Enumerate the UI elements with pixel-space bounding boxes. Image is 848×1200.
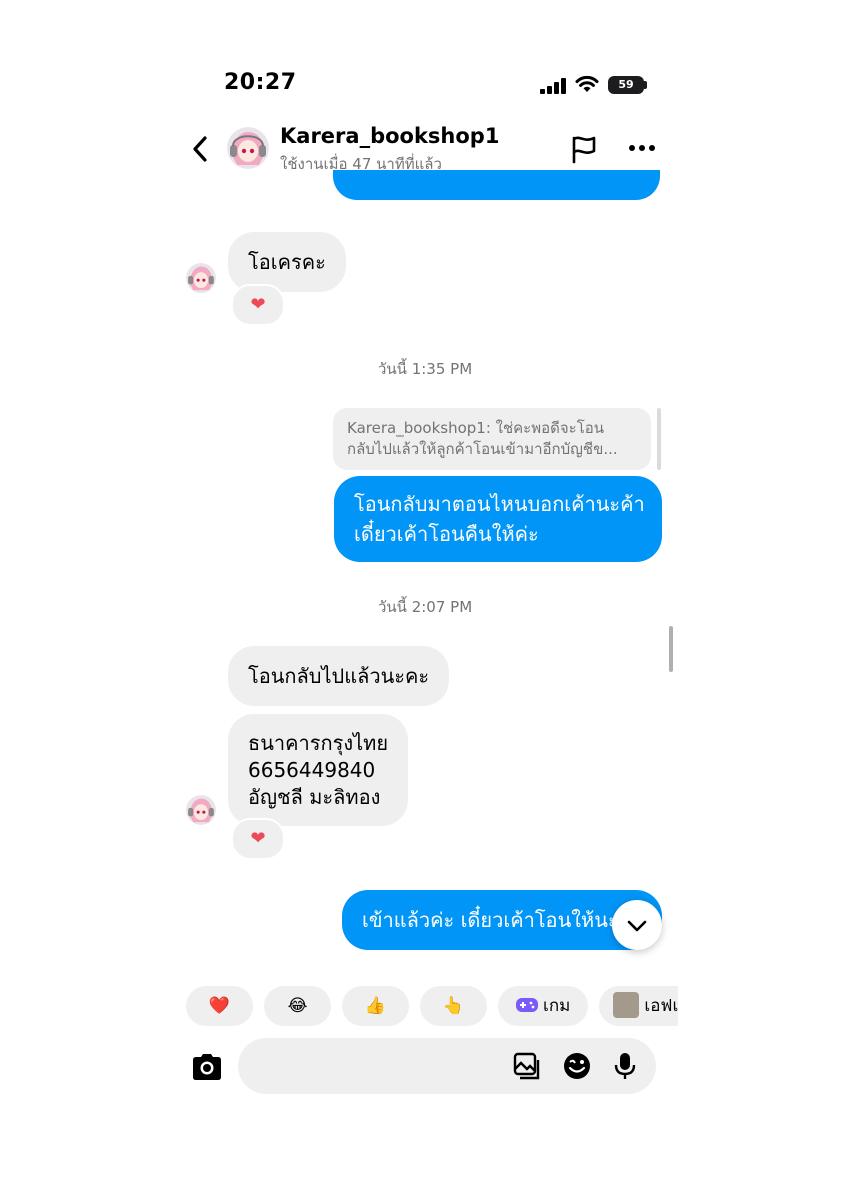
heart-reaction[interactable]: ❤ [231, 818, 285, 860]
incoming-message[interactable]: ธนาคารกรุงไทย 6656449840 อัญชลี มะลิทอง [228, 714, 408, 826]
reply-preview-line: Karera_bookshop1: ใช่คะพอดีจะโอน [347, 419, 605, 437]
quick-reaction-point-up[interactable]: 👆 [420, 986, 487, 1026]
reply-indicator [657, 408, 661, 470]
message-text: โอนกลับไปแล้วนะคะ [248, 664, 430, 688]
cellular-signal-icon [540, 78, 566, 94]
wifi-icon [575, 75, 599, 92]
microphone-icon[interactable] [610, 1051, 640, 1081]
quick-reactions-bar: ❤️ 😂 👍 👆 เกม เอฟเฟกต์ [186, 986, 678, 1026]
effects-thumbnail [613, 992, 639, 1018]
avatar-illustration [227, 127, 269, 169]
scroll-to-bottom-button[interactable] [612, 900, 662, 950]
message-text: เข้าแล้วค่ะ เดี๋ยวเค้าโอนให้นะคะ [362, 908, 643, 932]
chevron-down-icon [627, 920, 647, 932]
contact-name[interactable]: Karera_bookshop1 [280, 124, 499, 148]
outgoing-message-partial[interactable] [333, 170, 660, 200]
avatar[interactable] [186, 795, 216, 825]
reply-preview[interactable]: Karera_bookshop1: ใช่คะพอดีจะโอน กลับไปแ… [333, 408, 651, 470]
game-icon [515, 998, 538, 1012]
effects-label: เอฟเฟกต์ [644, 996, 678, 1016]
camera-icon[interactable] [190, 1052, 224, 1082]
heart-icon: ❤ [250, 294, 266, 315]
scrollbar[interactable] [669, 626, 673, 672]
message-input[interactable] [238, 1038, 656, 1094]
more-icon[interactable] [628, 140, 656, 156]
battery-icon: 59 [608, 76, 644, 94]
avatar-illustration [186, 795, 216, 825]
message-text: ธนาคารกรุงไทย [248, 731, 389, 755]
sticker-icon[interactable] [562, 1051, 592, 1081]
heart-icon: ❤ [250, 828, 266, 849]
message-text: เดี๋ยวเค้าโอนคืนให้ค่ะ [354, 522, 539, 546]
heart-emoji-icon: ❤️ [208, 996, 231, 1016]
games-button[interactable]: เกม [498, 986, 588, 1026]
thumbs-up-emoji-icon: 👍 [364, 996, 387, 1016]
gallery-icon[interactable] [512, 1051, 542, 1081]
avatar-illustration [186, 263, 216, 293]
message-text: อัญชลี มะลิทอง [248, 785, 381, 809]
message-text: โอนกลับมาตอนไหนบอกเค้านะค้า [354, 492, 645, 516]
quick-reaction-heart[interactable]: ❤️ [186, 986, 253, 1026]
avatar[interactable] [227, 127, 269, 169]
message-text: 6656449840 [248, 758, 376, 782]
laugh-emoji-icon: 😂 [287, 996, 308, 1016]
back-chevron-icon[interactable] [190, 134, 212, 164]
outgoing-message[interactable]: โอนกลับมาตอนไหนบอกเค้านะค้า เดี๋ยวเค้าโอ… [334, 476, 662, 562]
heart-reaction[interactable]: ❤ [231, 284, 285, 326]
avatar[interactable] [186, 263, 216, 293]
reply-preview-line: กลับไปแล้วให้ลูกค้าโอนเข้ามาอีกบัญชีข... [347, 440, 618, 458]
incoming-message[interactable]: โอนกลับไปแล้วนะคะ [228, 646, 450, 706]
battery-nub [644, 81, 647, 89]
quick-reaction-thumbs-up[interactable]: 👍 [342, 986, 409, 1026]
point-up-emoji-icon: 👆 [442, 996, 465, 1016]
timestamp: วันนี้ 1:35 PM [378, 360, 473, 378]
games-label: เกม [543, 996, 571, 1016]
incoming-message[interactable]: โอเครคะ [228, 232, 346, 292]
flag-icon[interactable] [570, 134, 598, 164]
status-time: 20:27 [224, 70, 297, 95]
quick-reaction-laugh[interactable]: 😂 [264, 986, 331, 1026]
effects-button[interactable]: เอฟเฟกต์ [599, 986, 678, 1026]
message-text: โอเครคะ [248, 250, 326, 274]
timestamp: วันนี้ 2:07 PM [378, 598, 473, 616]
